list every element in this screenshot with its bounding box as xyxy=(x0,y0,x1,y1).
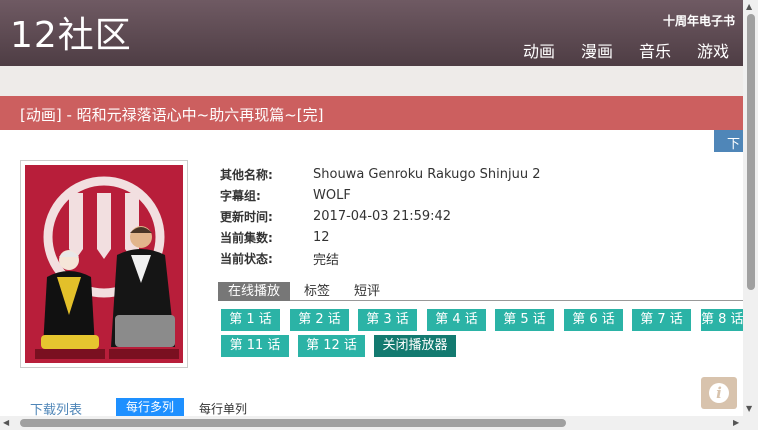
info-value: Shouwa Genroku Rakugo Shinjuu 2 xyxy=(313,167,541,182)
main-nav: 动画 漫画 音乐 游戏 xyxy=(523,38,729,62)
vertical-scroll-thumb[interactable] xyxy=(747,14,755,290)
episode-button[interactable]: 第 6 话 xyxy=(564,309,623,331)
episode-button[interactable]: 第 12 话 xyxy=(298,335,365,357)
content-tabs: 在线播放 标签 短评 xyxy=(218,282,743,301)
mode-single-column[interactable]: 每行单列 xyxy=(199,400,247,417)
scroll-left-arrow-icon[interactable]: ◀ xyxy=(3,418,9,427)
poster-image xyxy=(25,165,183,363)
scroll-up-arrow-icon[interactable]: ▲ xyxy=(746,2,752,11)
info-value: 12 xyxy=(313,230,330,245)
nav-item-games[interactable]: 游戏 xyxy=(697,38,729,62)
scroll-down-arrow-icon[interactable]: ▼ xyxy=(746,404,752,413)
episode-button[interactable]: 第 8 话 xyxy=(701,309,743,331)
anime-poster xyxy=(20,160,188,368)
scroll-right-arrow-icon[interactable]: ▶ xyxy=(733,418,739,427)
horizontal-scroll-thumb[interactable] xyxy=(20,419,566,427)
tab-tags[interactable]: 标签 xyxy=(304,282,330,301)
nav-item-anime[interactable]: 动画 xyxy=(523,38,555,62)
anime-info: 其他名称: Shouwa Genroku Rakugo Shinjuu 2 字幕… xyxy=(220,164,541,269)
anniversary-ebook-link[interactable]: 十周年电子书 xyxy=(663,12,735,29)
episode-button[interactable]: 第 7 话 xyxy=(632,309,691,331)
info-label: 更新时间: xyxy=(220,210,273,224)
info-row-status: 当前状态: 完结 xyxy=(220,248,541,269)
episode-button[interactable]: 第 4 话 xyxy=(427,309,486,331)
nav-item-music[interactable]: 音乐 xyxy=(639,38,671,62)
info-label: 当前状态: xyxy=(220,252,273,266)
info-row-alt-name: 其他名称: Shouwa Genroku Rakugo Shinjuu 2 xyxy=(220,164,541,185)
info-row-update-time: 更新时间: 2017-04-03 21:59:42 xyxy=(220,206,541,227)
info-label: 当前集数: xyxy=(220,231,273,245)
info-value: WOLF xyxy=(313,188,351,203)
episode-button[interactable]: 第 3 话 xyxy=(358,309,417,331)
tab-short-review[interactable]: 短评 xyxy=(354,282,380,301)
info-value: 完结 xyxy=(313,253,340,268)
info-icon: i xyxy=(709,383,729,403)
site-header: 12社区 十周年电子书 动画 漫画 音乐 游戏 xyxy=(0,0,743,66)
info-row-episode-count: 当前集数: 12 xyxy=(220,227,541,248)
page-title: [动画] - 昭和元禄落语心中~助六再现篇~[完] xyxy=(20,106,324,124)
close-player-button[interactable]: 关闭播放器 xyxy=(374,335,456,357)
sub-bar xyxy=(0,66,743,96)
episode-button[interactable]: 第 11 话 xyxy=(221,335,289,357)
info-label: 其他名称: xyxy=(220,168,273,182)
info-row-subgroup: 字幕组: WOLF xyxy=(220,185,541,206)
info-label: 字幕组: xyxy=(220,189,261,203)
episode-button[interactable]: 第 1 话 xyxy=(221,309,280,331)
tab-online-play[interactable]: 在线播放 xyxy=(218,282,290,301)
info-button[interactable]: i xyxy=(701,377,737,409)
nav-item-manga[interactable]: 漫画 xyxy=(581,38,613,62)
site-logo[interactable]: 12社区 xyxy=(10,14,132,58)
mode-multi-column[interactable]: 每行多列 xyxy=(116,398,184,416)
download-tab[interactable]: 下 xyxy=(714,130,743,152)
episode-button[interactable]: 第 2 话 xyxy=(290,309,349,331)
title-bar: [动画] - 昭和元禄落语心中~助六再现篇~[完] xyxy=(0,96,743,130)
info-value: 2017-04-03 21:59:42 xyxy=(313,209,452,224)
episode-button[interactable]: 第 5 话 xyxy=(495,309,554,331)
